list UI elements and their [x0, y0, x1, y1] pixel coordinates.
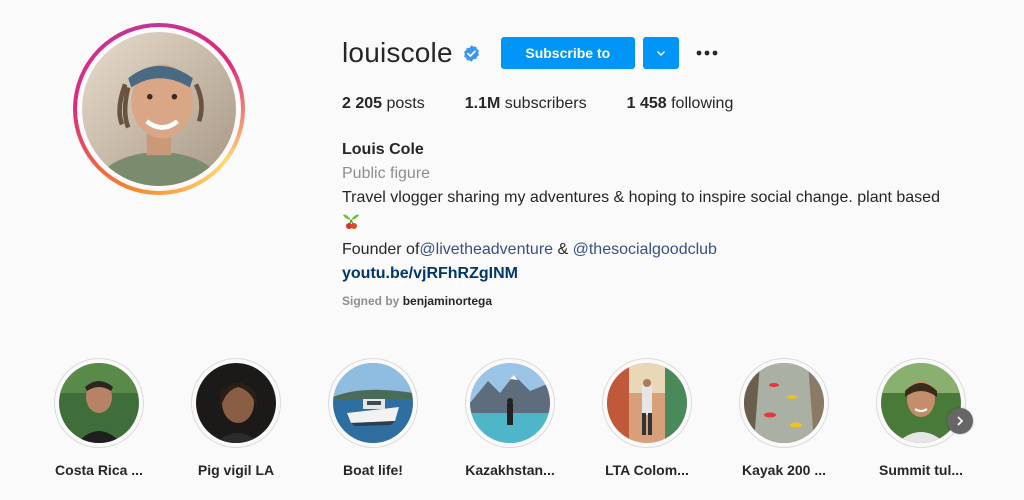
more-options-button[interactable]	[693, 39, 721, 67]
highlight-ring	[465, 358, 555, 448]
full-name: Louis Cole	[342, 141, 424, 158]
profile-header: louiscole Subscribe to	[342, 36, 721, 70]
following-stat[interactable]: 1 458 following	[627, 95, 734, 113]
mention-thesocialgoodclub[interactable]: @thesocialgoodclub	[573, 241, 717, 258]
profile-avatar-frame	[77, 27, 241, 191]
profile-website-link[interactable]: youtu.be/vjRFhRZgINM	[342, 265, 518, 282]
highlight-label: Costa Rica ...	[55, 462, 143, 478]
bio-text: Travel vlogger sharing my adventures & h…	[342, 186, 972, 238]
more-horizontal-icon	[696, 50, 718, 56]
highlight-item[interactable]: Kazakhstan...	[465, 358, 602, 478]
highlight-label: Boat life!	[343, 462, 403, 478]
highlight-cover	[470, 363, 550, 443]
following-label: following	[671, 95, 734, 112]
founder-line: Founder of@livetheadventure & @thesocial…	[342, 238, 972, 262]
subscribe-button[interactable]: Subscribe to	[500, 37, 635, 69]
highlight-ring	[739, 358, 829, 448]
founder-prefix: Founder of	[342, 241, 420, 258]
highlight-cover	[744, 363, 824, 443]
highlight-cover	[59, 363, 139, 443]
highlight-ring	[328, 358, 418, 448]
highlights-next-button[interactable]	[947, 408, 973, 434]
profile-avatar	[82, 32, 236, 186]
highlight-cover	[881, 363, 961, 443]
highlight-cover	[607, 363, 687, 443]
highlight-ring	[191, 358, 281, 448]
highlight-item[interactable]: Summit tul...	[876, 358, 1013, 478]
highlight-label: Kayak 200 ...	[741, 462, 827, 478]
highlight-label: Kazakhstan...	[465, 462, 555, 478]
verified-badge-icon	[462, 44, 481, 63]
highlight-cover	[196, 363, 276, 443]
chevron-down-icon	[656, 51, 665, 56]
highlight-ring	[602, 358, 692, 448]
profile-bio: Louis Cole Public figure Travel vlogger …	[342, 138, 972, 286]
following-count: 1 458	[626, 95, 667, 112]
signed-by-line: Signed by benjaminortega	[342, 294, 492, 308]
posts-label: posts	[386, 95, 425, 112]
highlight-item[interactable]: Pig vigil LA	[191, 358, 328, 478]
posts-stat: 2 205 posts	[342, 95, 425, 113]
highlight-cover	[333, 363, 413, 443]
story-highlights: Costa Rica ... Pig vigil LA Boat life! K…	[50, 358, 1013, 478]
founder-joiner: &	[553, 241, 573, 258]
highlight-ring	[876, 358, 966, 448]
highlight-label: LTA Colom...	[605, 462, 689, 478]
subscribers-count: 1.1M	[464, 95, 501, 112]
posts-count: 2 205	[342, 95, 383, 112]
subscribers-label: subscribers	[504, 95, 587, 112]
suggestions-dropdown-button[interactable]	[642, 37, 679, 69]
mention-livetheadventure[interactable]: @livetheadventure	[419, 241, 553, 258]
seedling-emoji-icon	[342, 210, 360, 238]
signed-prefix: Signed by	[342, 294, 400, 308]
category-label: Public figure	[342, 165, 431, 182]
subscribers-stat[interactable]: 1.1M subscribers	[465, 95, 587, 113]
highlight-label: Pig vigil LA	[197, 462, 275, 478]
highlight-item[interactable]: Boat life!	[328, 358, 465, 478]
chevron-right-icon	[957, 416, 964, 426]
username: louiscole	[342, 37, 453, 68]
highlight-ring	[54, 358, 144, 448]
highlight-item[interactable]: Kayak 200 ...	[739, 358, 876, 478]
highlight-item[interactable]: LTA Colom...	[602, 358, 739, 478]
profile-avatar-ring[interactable]	[73, 23, 245, 195]
signed-by-name[interactable]: benjaminortega	[403, 294, 492, 308]
highlight-item[interactable]: Costa Rica ...	[54, 358, 191, 478]
bio-line: Travel vlogger sharing my adventures & h…	[342, 189, 940, 206]
profile-stats: 2 205 posts 1.1M subscribers 1 458 follo…	[342, 95, 773, 113]
highlight-label: Summit tul...	[879, 462, 963, 478]
